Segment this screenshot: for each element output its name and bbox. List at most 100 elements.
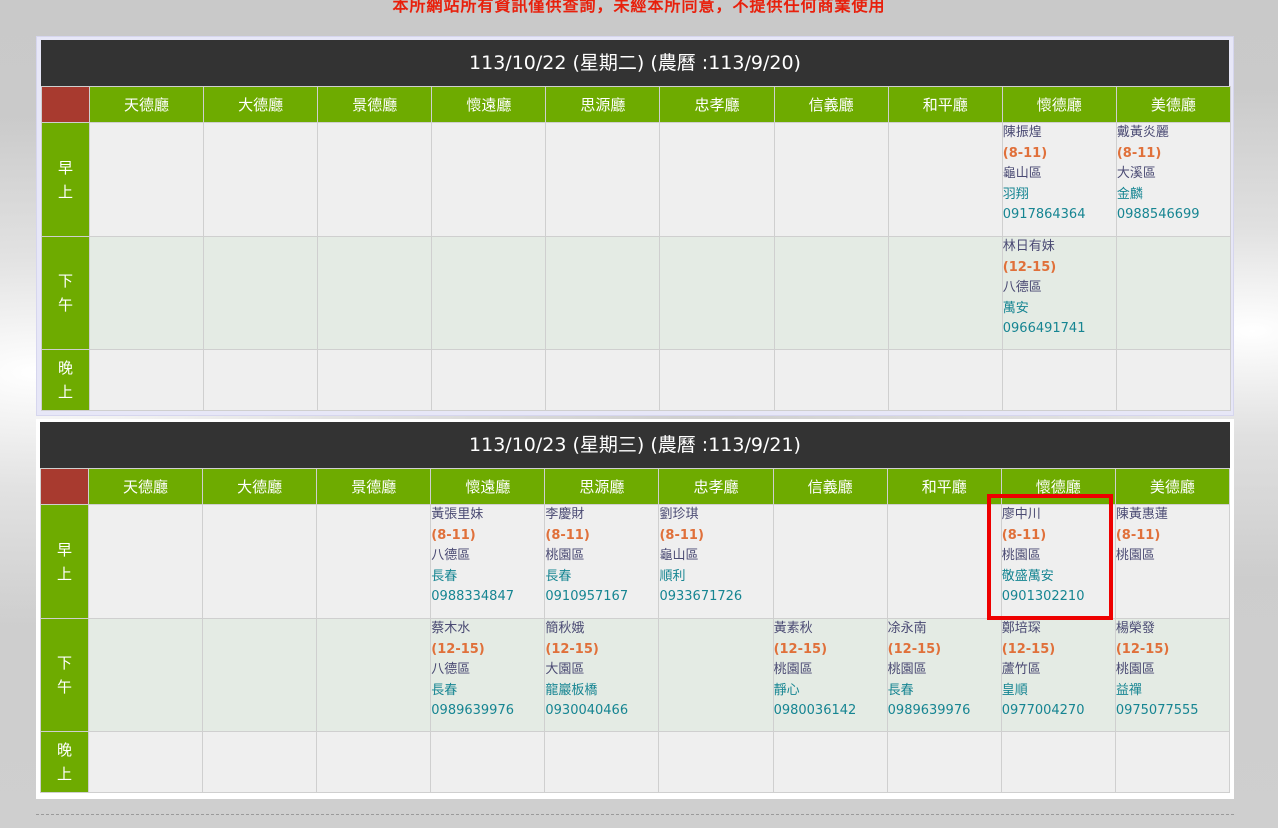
period-char: 下 xyxy=(56,654,72,672)
schedule-cell xyxy=(772,504,888,619)
schedule-cell xyxy=(87,504,204,619)
schedule-cell: 劉珍琪 (8-11) 龜山區順利 0933671726 xyxy=(658,504,774,619)
phone-number: 0980036142 xyxy=(773,703,857,718)
schedule-cell xyxy=(1115,236,1232,350)
schedule-cell xyxy=(431,349,547,411)
funeral-service: 順利 xyxy=(659,568,686,584)
schedule-cell xyxy=(203,349,319,411)
schedule-cell xyxy=(431,122,547,237)
schedule-cell xyxy=(887,122,1003,237)
period-label: 下午 xyxy=(40,618,89,732)
funeral-service: 皇順 xyxy=(1001,682,1028,698)
hall-header: 思源廳 xyxy=(544,468,660,505)
district: 八德區 xyxy=(1002,280,1042,295)
time-slot: (8-11) xyxy=(1116,145,1162,161)
period-label: 晚上 xyxy=(41,349,90,411)
hall-header: 和平廳 xyxy=(887,86,1003,123)
funeral-service: 長春 xyxy=(431,568,458,584)
district: 大溪區 xyxy=(1116,166,1156,181)
site-notice: 本所網站所有資訊僅供查詢，未經本所同意，不提供任何商業使用 xyxy=(392,0,886,15)
hall-schedule-table: 天德廳 大德廳 景德廳 懷遠廳 思源廳 忠孝廳 信義廳 和平廳 懷德廳 美德廳 早上 陳振煌 (8-1… xyxy=(41,86,1232,411)
schedule-cell xyxy=(87,731,204,793)
hall-header: 美德廳 xyxy=(1115,86,1232,123)
schedule-cell xyxy=(659,122,775,237)
period-char: 晚 xyxy=(57,359,73,377)
period-label: 早上 xyxy=(40,504,89,619)
time-slot: (12-15) xyxy=(431,641,485,657)
schedule-cell: 鄭培琛 (12-15) 蘆竹區 皇順 0977004270 xyxy=(1000,618,1116,732)
phone-number: 0975077555 xyxy=(1115,703,1199,718)
schedule-cell xyxy=(1115,349,1232,411)
schedule-cell xyxy=(545,236,661,350)
period-row-afternoon: 下午 蔡木水 (12-15) 八德區 長春 0989639976 簡秋娥 (12-15) 大園區… xyxy=(40,618,1231,732)
hall-header: 美德廳 xyxy=(1114,468,1231,505)
schedule-cell xyxy=(316,504,432,619)
schedule-cell xyxy=(87,618,204,732)
period-char: 上 xyxy=(57,182,73,201)
time-slot: (12-15) xyxy=(887,641,942,657)
schedule-cell xyxy=(1114,731,1231,793)
time-slot: (12-15) xyxy=(1002,259,1057,275)
schedule-cell xyxy=(773,236,889,350)
district: 桃園區 xyxy=(545,548,585,563)
date-header: 113/10/23 (星期三) (農曆 :113/9/21) xyxy=(40,422,1230,468)
hall-header: 大德廳 xyxy=(202,468,318,505)
schedule-cell: 陳黃惠蓮 (8-11) 桃園區 xyxy=(1114,504,1231,619)
phone-number: 0917864364 xyxy=(1002,207,1086,222)
schedule-cell xyxy=(88,349,205,411)
hall-header: 景德廳 xyxy=(316,468,432,505)
district: 八德區 xyxy=(431,662,471,677)
deceased-name: 劉珍琪 xyxy=(659,507,699,522)
schedule-cell xyxy=(773,349,889,411)
schedule-cell: 廖中川 (8-11) 桃園區 敬盛萬安 0901302210 xyxy=(1000,504,1116,619)
funeral-service: 長春 xyxy=(887,682,914,698)
schedule-cell xyxy=(544,731,660,793)
deceased-name: 簡秋娥 xyxy=(545,621,585,636)
period-label: 下午 xyxy=(41,236,90,350)
deceased-name: 鄭培琛 xyxy=(1001,621,1041,636)
schedule-cell: 蔡木水 (12-15) 八德區 長春 0989639976 xyxy=(430,618,546,732)
funeral-service: 敬盛萬安 xyxy=(1001,568,1054,584)
funeral-service: 靜心 xyxy=(773,682,800,698)
hall-header: 忠孝廳 xyxy=(658,468,774,505)
phone-number: 0910957167 xyxy=(545,589,629,604)
schedule-cell: 陳振煌 (8-11) 龜山區 羽翔 0917864364 xyxy=(1001,122,1117,237)
district: 龜山區 xyxy=(1002,166,1042,181)
phone-number: 0933671726 xyxy=(659,589,743,604)
time-slot: (8-11) xyxy=(431,527,476,543)
deceased-name: 凃永南 xyxy=(887,621,927,636)
time-slot: (8-11) xyxy=(659,527,704,543)
schedule-cell xyxy=(202,618,318,732)
time-slot: (8-11) xyxy=(545,527,590,543)
period-char: 上 xyxy=(56,564,72,583)
period-row-morning: 早上 黃張里妹 (8-11) 八德區 長春 0988334847 李慶財 (8-11) 桃園區長… xyxy=(40,504,1231,619)
period-char: 午 xyxy=(56,678,72,696)
schedule-cell xyxy=(88,122,205,237)
schedule-cell xyxy=(431,236,547,350)
period-row-evening: 晚上 xyxy=(41,349,1232,411)
period-char: 晚 xyxy=(56,741,72,759)
district: 龜山區 xyxy=(659,548,699,563)
district: 八德區 xyxy=(431,548,471,563)
district: 大園區 xyxy=(545,662,585,677)
hall-header: 思源廳 xyxy=(545,86,661,123)
schedule-cell: 林日有妹 (12-15) 八德區 萬安 0966491741 xyxy=(1001,236,1117,350)
funeral-service: 長春 xyxy=(545,568,572,584)
hall-header: 信義廳 xyxy=(773,86,889,123)
district: 桃園區 xyxy=(773,662,813,677)
time-slot: (12-15) xyxy=(1001,641,1056,657)
deceased-name: 林日有妹 xyxy=(1002,239,1055,254)
schedule-cell xyxy=(430,731,546,793)
schedule-cell xyxy=(317,122,433,237)
hall-header: 忠孝廳 xyxy=(659,86,775,123)
phone-number: 0988334847 xyxy=(431,589,514,604)
funeral-service: 金麟 xyxy=(1116,186,1143,202)
schedule-cell xyxy=(887,349,1003,411)
time-slot: (12-15) xyxy=(545,641,599,657)
time-slot: (8-11) xyxy=(1115,527,1161,543)
phone-number: 0901302210 xyxy=(1001,589,1085,604)
deceased-name: 楊榮發 xyxy=(1115,621,1155,636)
deceased-name: 陳振煌 xyxy=(1002,125,1042,140)
hall-header: 天德廳 xyxy=(87,468,204,505)
schedule-cell xyxy=(316,731,432,793)
